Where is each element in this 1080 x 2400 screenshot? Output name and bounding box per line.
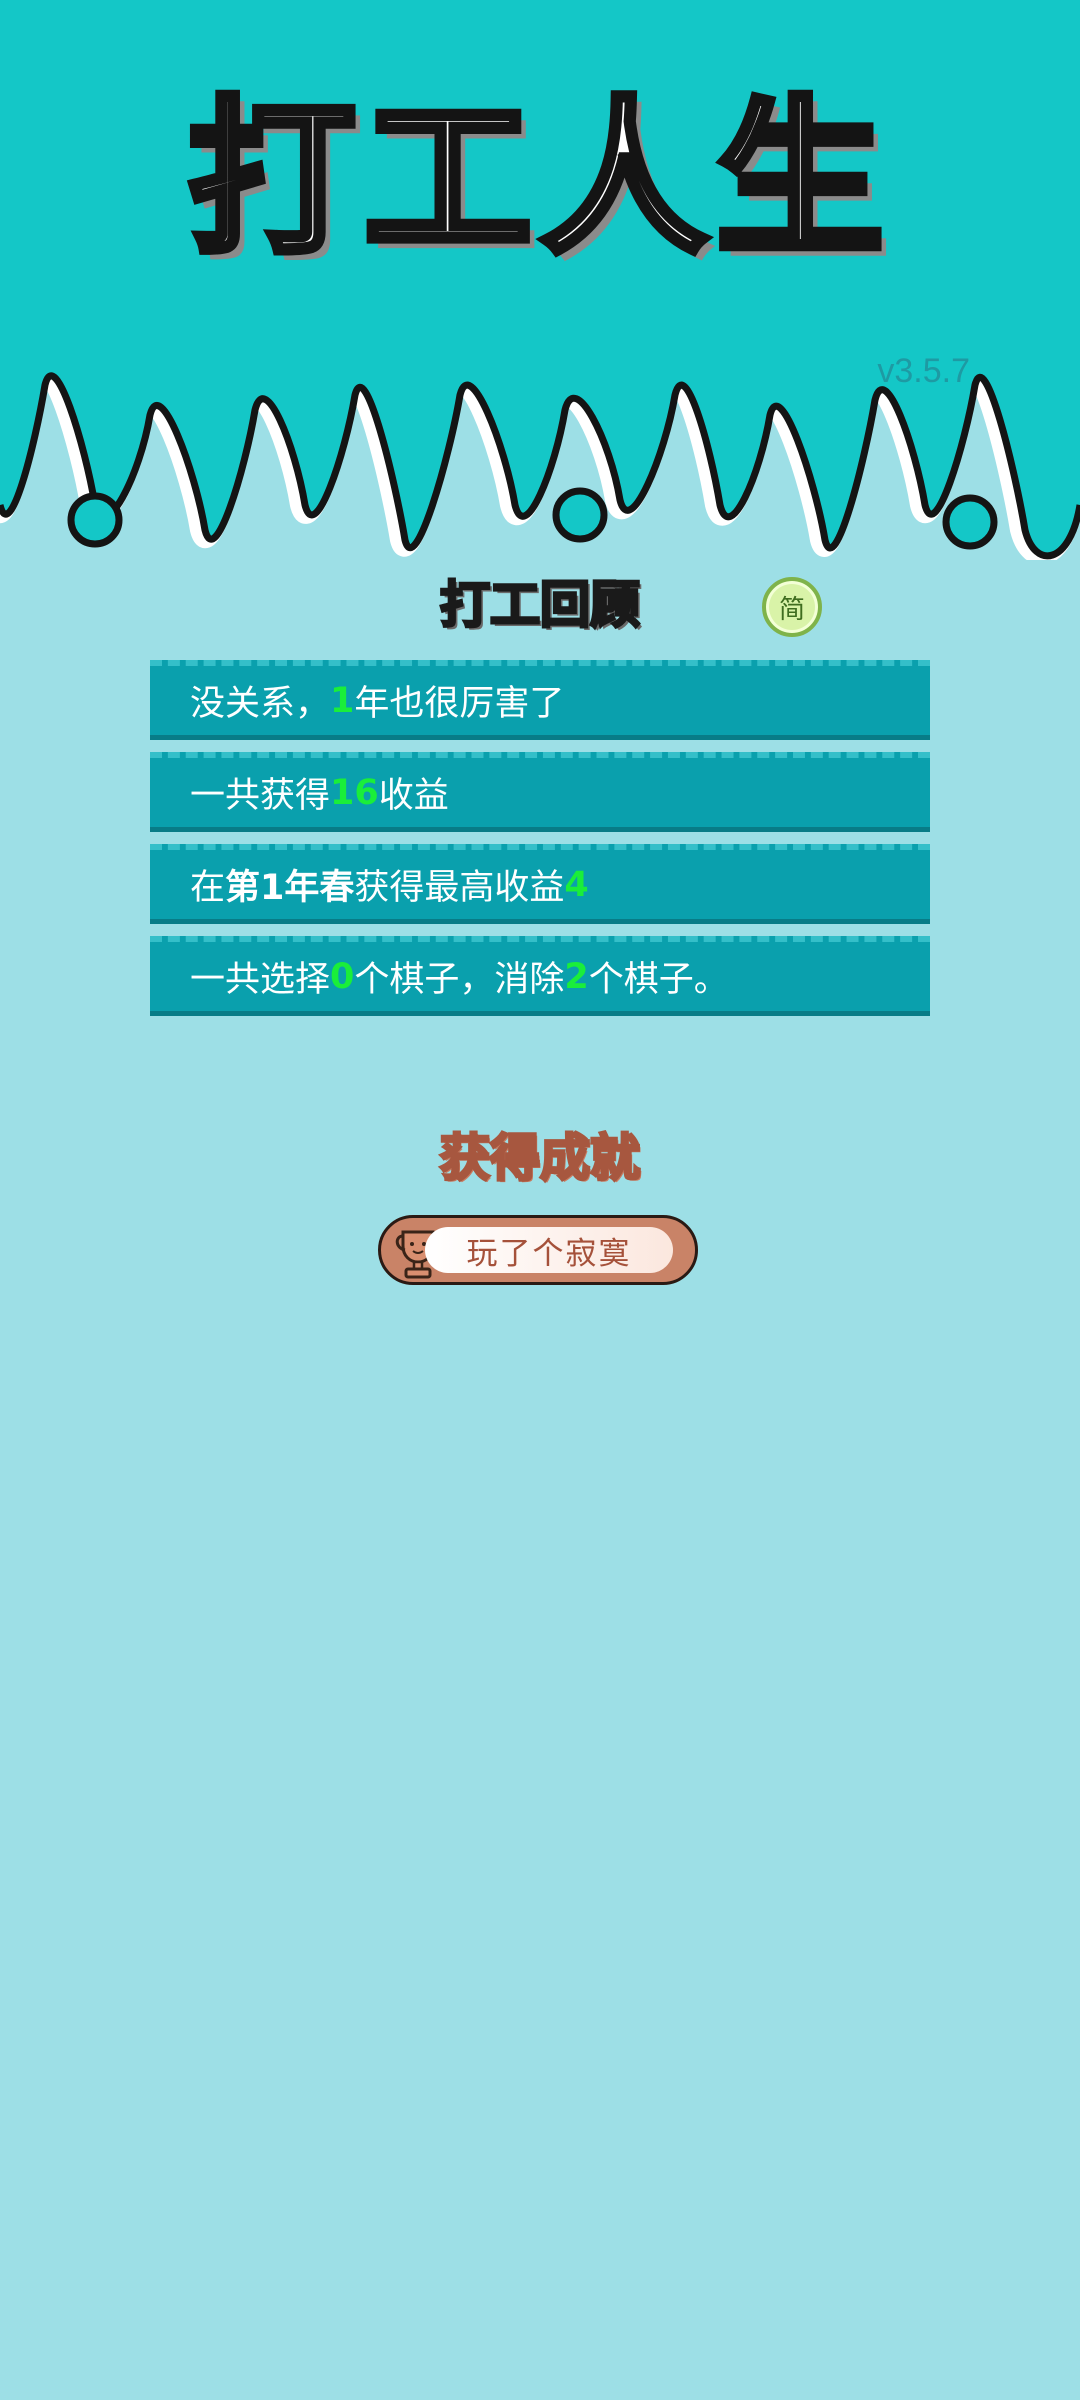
stat-row-pieces: 一共选择 0 个棋子，消除 2 个棋子。 bbox=[150, 936, 930, 1016]
pieces-selected-value: 0 bbox=[330, 956, 355, 997]
achievement-label: 玩了个寂寞 bbox=[425, 1227, 673, 1273]
stat-row-best-income: 在 第1年春 获得最高收益 4 bbox=[150, 844, 930, 924]
language-toggle-button[interactable]: 简 bbox=[762, 577, 822, 637]
stat-row-total-income: 一共获得 16 收益 bbox=[150, 752, 930, 832]
achievements-title: 获得成就 bbox=[439, 1129, 642, 1187]
achievement-badge[interactable]: 玩了个寂寞 bbox=[378, 1215, 698, 1285]
best-season-value: 第1年春 bbox=[225, 868, 355, 908]
years-value: 1 bbox=[330, 680, 355, 721]
pieces-removed-value: 2 bbox=[564, 956, 589, 997]
game-title: 打工人生 bbox=[185, 81, 892, 277]
stat-row-years: 没关系， 1 年也很厉害了 bbox=[150, 660, 930, 740]
best-income-value: 4 bbox=[564, 864, 589, 905]
version-label: v3.5.7 bbox=[877, 352, 970, 390]
total-income-value: 16 bbox=[330, 772, 379, 813]
review-stats-list: 没关系， 1 年也很厉害了 一共获得 16 收益 在 第1年春 获得最高收益 4 一共选择… bbox=[150, 660, 930, 1028]
review-title: 打工回顾 bbox=[439, 576, 642, 634]
